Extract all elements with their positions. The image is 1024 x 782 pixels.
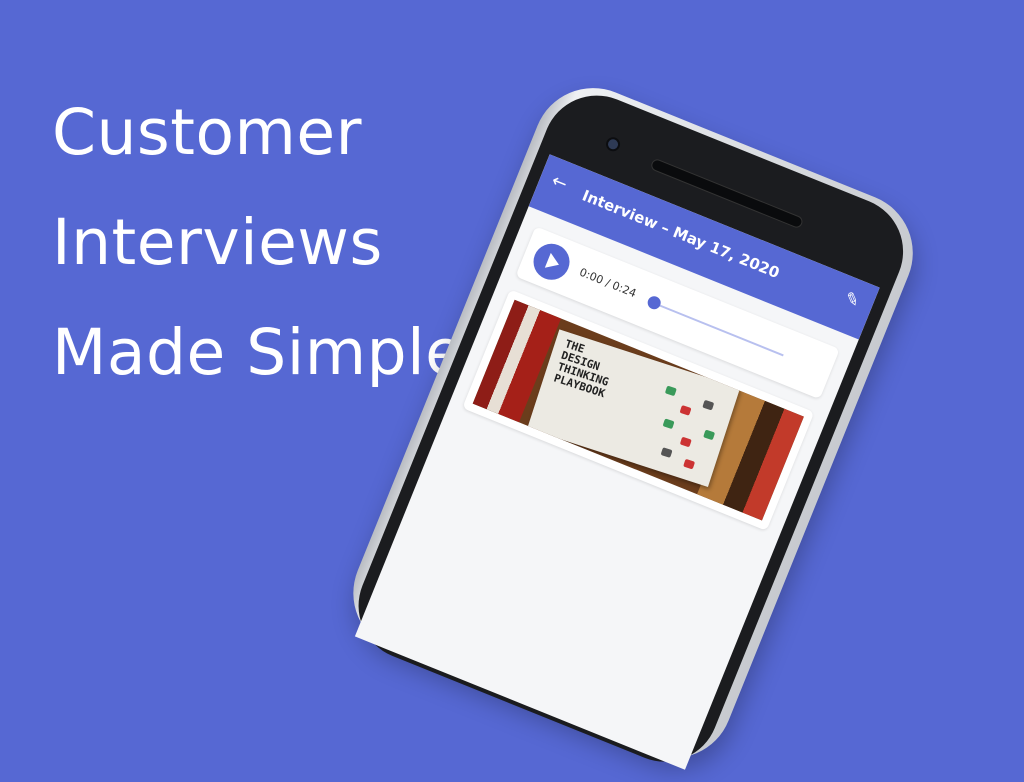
front-camera <box>603 135 623 154</box>
seek-track[interactable] <box>653 302 784 357</box>
arrow-left-icon[interactable]: ← <box>548 170 570 195</box>
pencil-icon[interactable]: ✎ <box>842 288 863 312</box>
play-button[interactable] <box>528 238 575 286</box>
sticker <box>660 447 673 458</box>
sticker <box>679 405 692 416</box>
sticker <box>683 458 696 470</box>
book-title: THE DESIGN THINKING PLAYBOOK <box>552 337 611 401</box>
seek-thumb[interactable] <box>645 294 663 312</box>
sticker <box>662 418 675 430</box>
sticker <box>664 385 677 397</box>
audio-time: 0:00 / 0:24 <box>577 265 639 301</box>
headline-line-1: Customer <box>52 96 363 169</box>
sticker <box>703 429 716 441</box>
sticker <box>702 399 715 411</box>
sticker <box>679 436 692 448</box>
